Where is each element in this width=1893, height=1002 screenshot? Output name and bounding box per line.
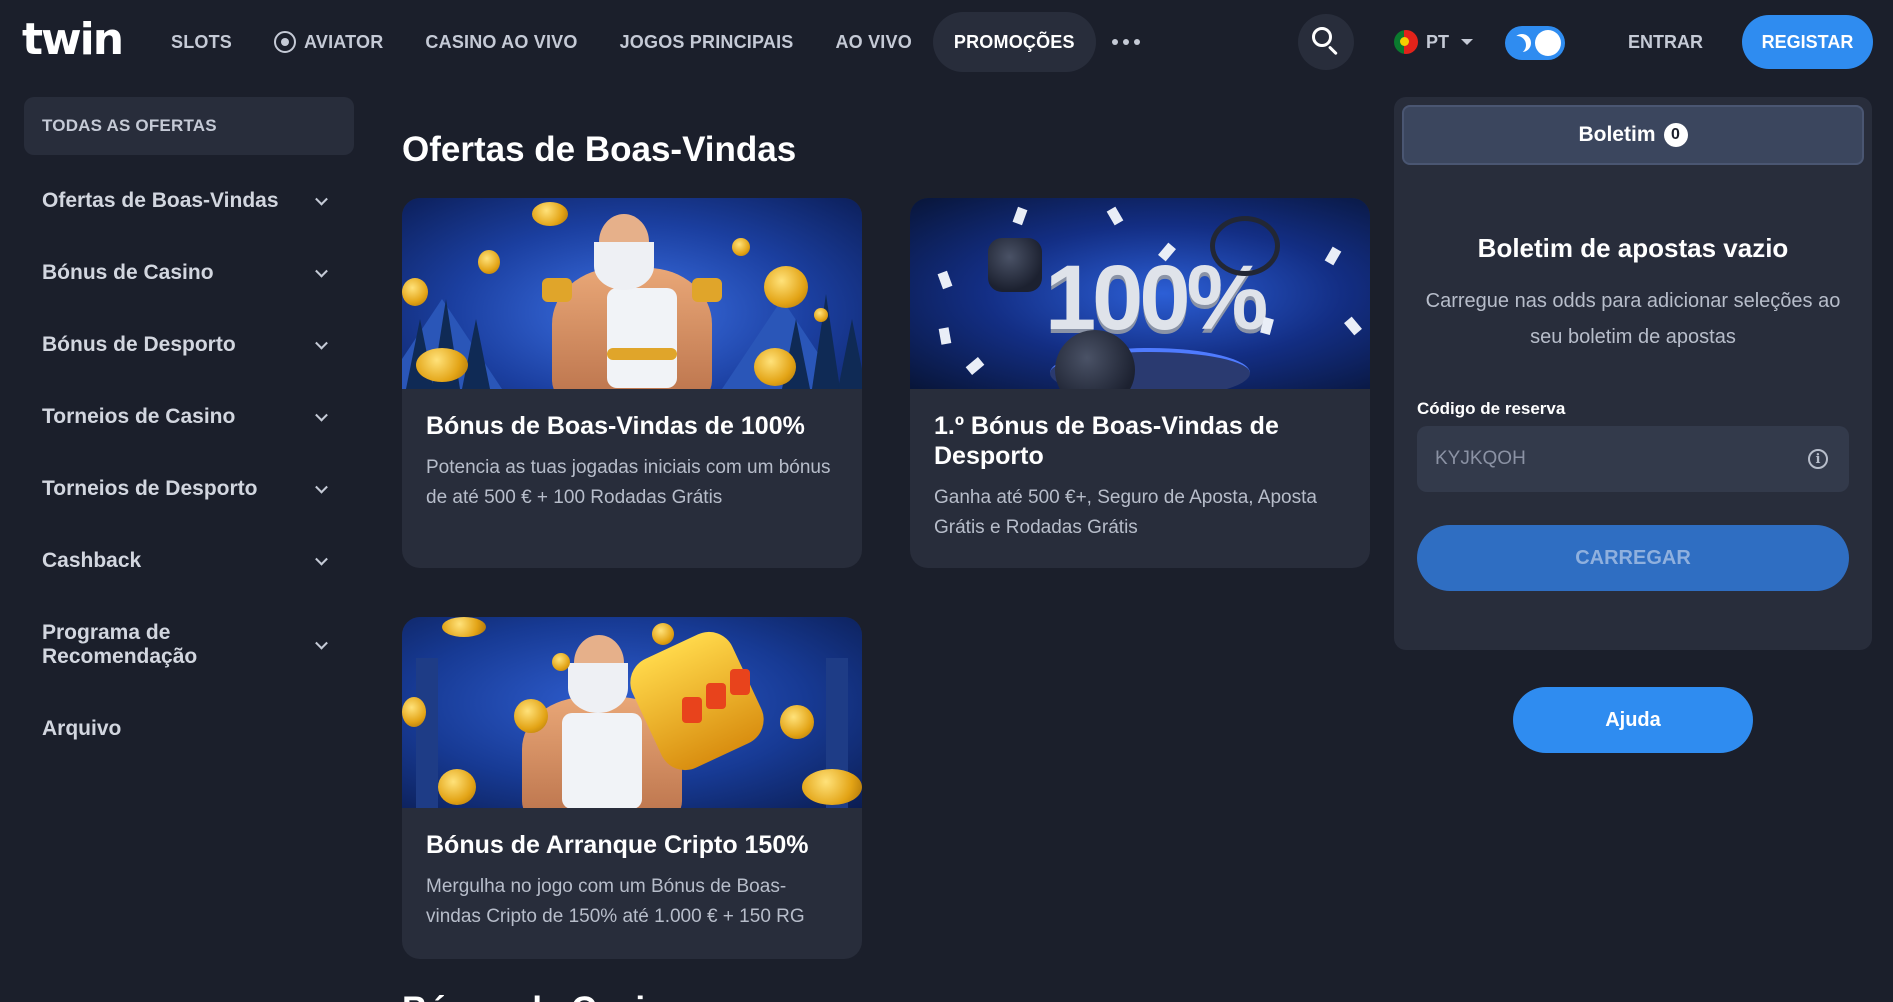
help-button[interactable]: Ajuda (1513, 687, 1753, 753)
sport-100-banner-image: 100% (910, 198, 1370, 389)
aviator-icon (274, 31, 297, 53)
search-button[interactable] (1298, 14, 1354, 70)
main-nav: SLOTS AVIATOR CASINO AO VIVO JOGOS PRINC… (150, 12, 1156, 72)
theme-toggle[interactable] (1505, 26, 1565, 60)
chevron-down-icon (1461, 39, 1474, 45)
offer-categories: Ofertas de Boas-Vindas Bónus de Casino B… (24, 165, 354, 765)
nav-promotions-label: PROMOÇÕES (953, 31, 1075, 52)
sidebar-item-casino-tournaments[interactable]: Torneios de Casino (24, 381, 354, 453)
offers-sidebar: TODAS AS OFERTAS Ofertas de Boas-Vindas … (24, 97, 354, 765)
info-icon[interactable]: i (1808, 449, 1828, 469)
reserve-code-label: Código de reserva (1417, 399, 1566, 418)
chevron-down-icon (315, 264, 328, 278)
nav-aviator-label: AVIATOR (304, 31, 384, 52)
sidebar-item-casino-bonus[interactable]: Bónus de Casino (24, 237, 354, 309)
nav-live-casino-label: CASINO AO VIVO (425, 31, 578, 52)
sidebar-item-referral-program[interactable]: Programa de Recomendação (24, 597, 354, 693)
reserve-code-input[interactable] (1417, 426, 1849, 492)
zeus-crypto-banner-image (402, 617, 862, 808)
portugal-flag-icon (1394, 30, 1418, 54)
chevron-down-icon (315, 480, 328, 494)
chevron-down-icon (315, 408, 328, 422)
load-button[interactable]: CARREGAR (1417, 525, 1849, 591)
sidebar-item-sport-bonus[interactable]: Bónus de Desporto (24, 309, 354, 381)
card-description: Mergulha no jogo com um Bónus de Boas-vi… (426, 876, 805, 927)
moon-icon (1513, 34, 1531, 52)
card-description: Ganha até 500 €+, Seguro de Aposta, Apos… (934, 487, 1317, 538)
sidebar-item-label: Ofertas de Boas-Vindas (42, 189, 279, 212)
nav-live-casino[interactable]: CASINO AO VIVO (404, 12, 598, 72)
card-body: 1.º Bónus de Boas-Vindas de Desporto Gan… (910, 389, 1370, 567)
sidebar-item-welcome-offers[interactable]: Ofertas de Boas-Vindas (24, 165, 354, 237)
card-title: 1.º Bónus de Boas-Vindas de Desporto (934, 412, 1279, 470)
all-offers-button[interactable]: TODAS AS OFERTAS (24, 97, 354, 155)
offer-card-casino-welcome[interactable]: Bónus de Boas-Vindas de 100% Potencia as… (402, 198, 862, 568)
card-title: Bónus de Boas-Vindas de 100% (426, 412, 805, 440)
sidebar-item-label: Cashback (42, 549, 142, 572)
chevron-down-icon (315, 636, 328, 650)
toggle-knob (1535, 30, 1561, 56)
betslip-empty-title: Boletim de apostas vazio (1477, 233, 1789, 263)
sidebar-item-label: Bónus de Desporto (42, 333, 236, 356)
more-menu-icon[interactable] (1096, 12, 1156, 72)
nav-slots[interactable]: SLOTS (150, 12, 253, 72)
nav-aviator[interactable]: AVIATOR (253, 12, 404, 72)
nav-promotions[interactable]: PROMOÇÕES (932, 12, 1096, 72)
card-body: Bónus de Boas-Vindas de 100% Potencia as… (402, 389, 862, 537)
betslip-panel: Boletim 0 Boletim de apostas vazio Carre… (1394, 97, 1872, 650)
sidebar-item-label: Arquivo (42, 717, 122, 740)
language-selector[interactable]: PT (1394, 26, 1474, 58)
register-button[interactable]: REGISTAR (1742, 15, 1873, 69)
offer-card-sport-welcome[interactable]: 100% 1.º Bónus de Boas-Vindas de Desport… (910, 198, 1370, 568)
nav-slots-label: SLOTS (171, 31, 233, 52)
sidebar-item-label: Programa de Recomendação (42, 621, 198, 668)
login-button[interactable]: ENTRAR (1612, 22, 1719, 62)
zeus-banner-image (402, 198, 862, 389)
language-code: PT (1426, 31, 1450, 52)
betslip-empty-description: Carregue nas odds para adicionar seleçõe… (1425, 290, 1841, 348)
nav-live-label: AO VIVO (835, 31, 912, 52)
chevron-down-icon (315, 192, 328, 206)
sidebar-item-cashback[interactable]: Cashback (24, 525, 354, 597)
top-navigation-bar: twin SLOTS AVIATOR CASINO AO VIVO JOGOS … (0, 0, 1893, 84)
card-body: Bónus de Arranque Cripto 150% Mergulha n… (402, 808, 862, 956)
card-description: Potencia as tuas jogadas iniciais com um… (426, 457, 831, 508)
sidebar-item-archive[interactable]: Arquivo (24, 693, 354, 765)
offer-card-crypto-welcome[interactable]: Bónus de Arranque Cripto 150% Mergulha n… (402, 617, 862, 959)
next-section-title: Bónus de Casino (402, 990, 688, 1002)
sidebar-item-sport-tournaments[interactable]: Torneios de Desporto (24, 453, 354, 525)
sidebar-item-label: Torneios de Casino (42, 405, 236, 428)
nav-top-games[interactable]: JOGOS PRINCIPAIS (599, 12, 815, 72)
betslip-tab-label: Boletim (1578, 123, 1656, 146)
betslip-tab[interactable]: Boletim 0 (1402, 105, 1864, 165)
search-icon (1312, 27, 1332, 47)
sidebar-item-label: Torneios de Desporto (42, 477, 258, 500)
sidebar-item-label: Bónus de Casino (42, 261, 214, 284)
betslip-count-badge: 0 (1663, 123, 1688, 147)
nav-live[interactable]: AO VIVO (814, 12, 932, 72)
chevron-down-icon (315, 336, 328, 350)
nav-top-games-label: JOGOS PRINCIPAIS (619, 31, 794, 52)
twin-logo[interactable]: twin (22, 18, 124, 62)
card-title: Bónus de Arranque Cripto 150% (426, 831, 809, 859)
section-title: Ofertas de Boas-Vindas (402, 130, 797, 169)
chevron-down-icon (315, 552, 328, 566)
